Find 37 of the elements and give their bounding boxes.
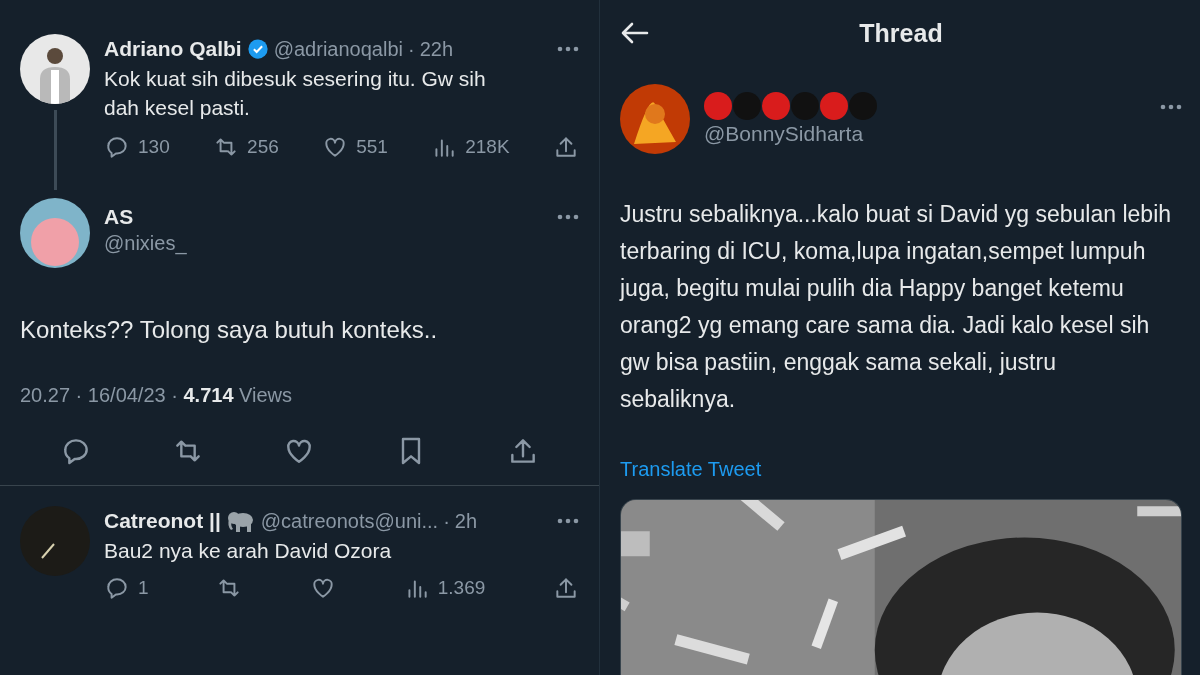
handle: @BonnySidharta (704, 122, 865, 146)
tweet-text: Justru sebaliknya...kalo buat si David yg sebulan lebih terbaring di ICU, koma,lupa ingatan,sempet lumpuh juga, begitu mulai pulih dia Happy banget ketemu orang2 yg emang care sama dia. Jadi kalo kesel sih gw bisa pastiin, enggak sama sekali, justru sebaliknya. (620, 200, 1173, 414)
reply-icon (104, 575, 130, 601)
display-name: Adriano Qalbi (104, 37, 242, 61)
translate-link[interactable]: Translate Tweet (620, 458, 762, 481)
tweet-text: Bau2 nya ke arah David Ozora (104, 538, 393, 564)
reply-button[interactable]: 1 (104, 575, 149, 601)
separator-dot: · (443, 509, 450, 533)
handle: @catreonots@uni... (260, 509, 439, 533)
tweet-text: Kok kuat sih dibesuk sesering itu. Gw sih dah kesel pasti. (104, 66, 487, 121)
share-icon (553, 575, 579, 601)
handle: @nixies_ (104, 232, 188, 255)
views-button[interactable]: 218K (431, 134, 510, 160)
verified-icon (246, 38, 269, 60)
timestamp: 22h (419, 37, 453, 61)
back-arrow-icon[interactable] (620, 21, 650, 45)
more-icon[interactable] (557, 46, 579, 52)
display-name: AS (104, 205, 134, 229)
reply-button[interactable]: 130 (104, 134, 170, 160)
tweet-text: Konteks?? Tolong saya butuh konteks.. (19, 316, 439, 344)
timestamp: 2h (454, 509, 478, 533)
elephant-icon (225, 509, 256, 533)
handle: @adrianoqalbi (273, 37, 403, 61)
share-button[interactable] (553, 134, 579, 160)
retweet-button[interactable]: 256 (213, 134, 279, 160)
share-icon (553, 134, 579, 160)
more-icon[interactable] (1160, 104, 1182, 110)
like-button[interactable]: 551 (322, 134, 388, 160)
more-icon[interactable] (557, 214, 579, 220)
more-icon[interactable] (557, 518, 579, 524)
tweet-meta: 20.27 · 16/04/23 · 4.714 Views (19, 384, 294, 407)
share-button[interactable] (553, 575, 579, 601)
page-title: Thread (858, 18, 944, 48)
reply-icon (104, 134, 130, 160)
views-button[interactable]: 1.369 (403, 575, 486, 601)
separator-dot: · (407, 37, 415, 61)
display-name: Catreonot || (104, 509, 221, 533)
